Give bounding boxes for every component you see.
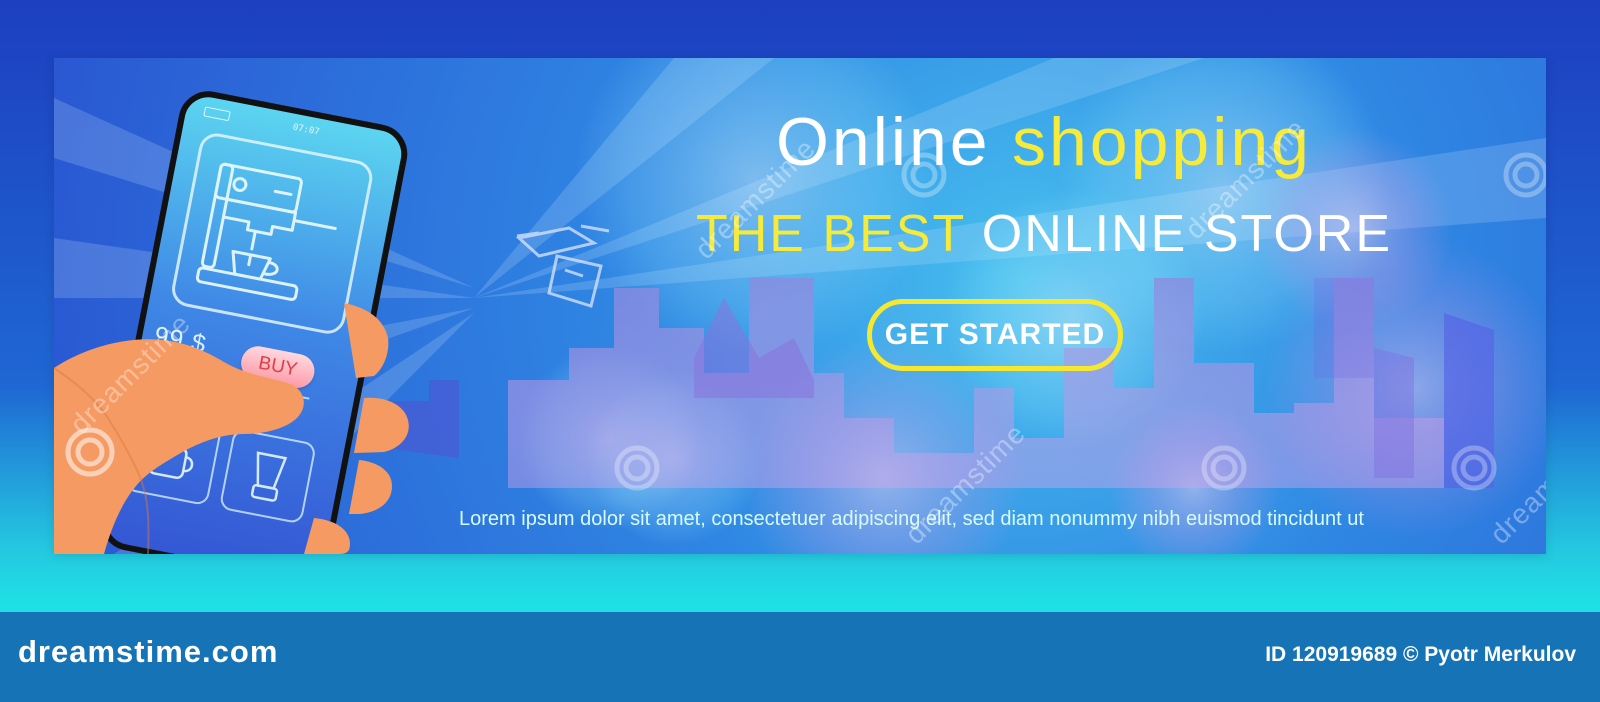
buy-button[interactable]: BUY — [238, 343, 318, 391]
product-card[interactable] — [168, 130, 376, 337]
blender-icon — [250, 451, 288, 502]
watermark-spiral-icon — [65, 427, 115, 477]
delivery-drone-icon — [515, 224, 610, 308]
page-root: 07:07 99 $ BUY Online shopping THE BEST … — [0, 0, 1600, 702]
battery-icon — [203, 106, 231, 122]
image-credit: ID 120919689 © Pyotr Merkulov — [1265, 643, 1576, 666]
kettle-icon — [148, 436, 194, 480]
shopping-banner: 07:07 99 $ BUY Online shopping THE BEST … — [54, 58, 1546, 554]
banner-description: Lorem ipsum dolor sit amet, consectetuer… — [459, 508, 1364, 530]
coffee-machine-icon — [195, 162, 337, 301]
dreamstime-logo: dreamstime.com — [18, 634, 279, 669]
secondary-product-card[interactable] — [124, 409, 223, 507]
tertiary-product-card[interactable] — [218, 427, 317, 525]
phone-time: 07:07 — [291, 122, 321, 138]
get-started-button[interactable]: GET STARTED — [867, 299, 1123, 371]
banner-title: Online shopping — [614, 108, 1474, 176]
